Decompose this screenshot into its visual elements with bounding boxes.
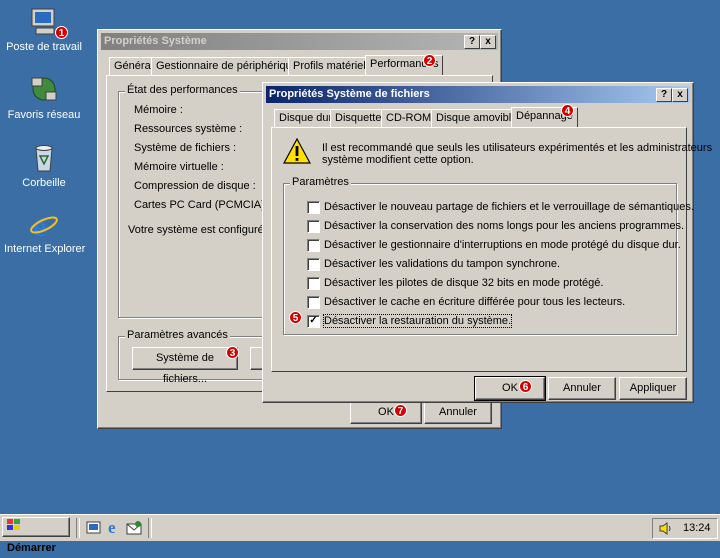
option-label-3[interactable]: Désactiver le gestionnaire d'interruptio… <box>324 239 681 251</box>
option-label-5[interactable]: Désactiver les pilotes de disque 32 bits… <box>324 277 603 289</box>
help-button[interactable]: ? <box>464 35 480 49</box>
network-places-icon <box>28 74 60 106</box>
step-badge: 5 <box>289 311 302 324</box>
step-badge: 3 <box>226 346 239 359</box>
tab-hardware-profiles[interactable]: Profils matériels <box>288 57 377 75</box>
option-label-4[interactable]: Désactiver les validations du tampon syn… <box>324 258 560 270</box>
internet-explorer-icon[interactable]: e <box>106 518 122 537</box>
volume-icon[interactable] <box>659 522 673 538</box>
ok-button[interactable]: OK <box>474 376 546 401</box>
system-tray: 13:24 <box>652 518 718 539</box>
taskbar-divider <box>148 518 152 538</box>
perf-label-pc-card: Cartes PC Card (PCMCIA) : <box>134 199 271 211</box>
show-desktop-icon[interactable] <box>86 520 102 536</box>
tab-removable-disk[interactable]: Disque amovible <box>431 109 523 127</box>
desktop-icon-my-computer[interactable]: Poste de travail <box>4 6 84 53</box>
cancel-button[interactable]: Annuler <box>548 377 616 400</box>
tab-cdrom[interactable]: CD-ROM <box>381 109 437 127</box>
system-properties-titlebar[interactable]: Propriétés Système ? x <box>101 33 498 50</box>
desktop-icon-label: Favoris réseau <box>7 109 81 121</box>
desktop-icon-network[interactable]: Favoris réseau <box>4 74 84 121</box>
file-system-button[interactable]: Système de fichiers... <box>132 347 238 385</box>
start-label: Démarrer <box>7 542 56 555</box>
internet-explorer-icon: e <box>28 208 60 243</box>
perf-label-filesystem: Système de fichiers : <box>134 142 237 154</box>
close-button[interactable]: x <box>480 35 496 49</box>
step-badge: 6 <box>519 380 532 393</box>
troubleshooting-panel: Il est recommandé que seuls les utilisat… <box>271 127 712 372</box>
option-checkbox-3[interactable] <box>307 239 320 252</box>
ok-button[interactable]: OK <box>350 401 422 424</box>
option-checkbox-5[interactable] <box>307 277 320 290</box>
help-button[interactable]: ? <box>656 88 672 102</box>
taskbar: Démarrer e 13:24 <box>0 514 720 554</box>
step-badge: 2 <box>423 54 436 67</box>
option-checkbox-2[interactable] <box>307 220 320 233</box>
window-title: Propriétés Système de fichiers <box>269 88 430 100</box>
perf-label-disk-compression: Compression de disque : <box>134 180 256 192</box>
windows-logo-icon <box>7 518 21 538</box>
step-badge: 4 <box>561 104 574 117</box>
desktop-icon-label: Poste de travail <box>6 41 82 53</box>
recycle-bin-icon <box>28 142 60 174</box>
option-checkbox-7[interactable]: ✓ <box>307 315 320 328</box>
group-label: Paramètres avancés <box>125 329 230 341</box>
tab-device-manager[interactable]: Gestionnaire de périphériques <box>151 57 309 75</box>
option-checkbox-6[interactable] <box>307 296 320 309</box>
window-title: Propriétés Système <box>104 35 207 47</box>
step-badge: 1 <box>55 26 68 39</box>
close-button[interactable]: x <box>672 88 688 102</box>
warning-text-line1: Il est recommandé que seuls les utilisat… <box>322 142 713 154</box>
option-label-1[interactable]: Désactiver le nouveau partage de fichier… <box>324 201 694 213</box>
option-label-7[interactable]: Désactiver la restauration du système. <box>322 314 513 328</box>
perf-label-virtual-memory: Mémoire virtuelle : <box>134 161 224 173</box>
clock[interactable]: 13:24 <box>683 522 711 534</box>
taskbar-divider <box>76 518 80 538</box>
cancel-button[interactable]: Annuler <box>424 401 492 424</box>
option-checkbox-1[interactable] <box>307 201 320 214</box>
file-system-properties-window: Propriétés Système de fichiers ? x Disqu… <box>262 82 712 403</box>
group-label: État des performances <box>125 84 240 96</box>
warning-text-line2: système modifient cette option. <box>322 154 474 166</box>
tab-floppy[interactable]: Disquette <box>330 109 387 127</box>
warning-icon <box>282 137 312 164</box>
start-button[interactable]: Démarrer <box>2 517 70 554</box>
option-checkbox-4[interactable] <box>307 258 320 271</box>
file-system-titlebar[interactable]: Propriétés Système de fichiers ? x <box>266 86 690 103</box>
desktop-icon-internet-explorer[interactable]: e Internet Explorer <box>4 208 86 255</box>
step-badge: 7 <box>394 404 407 417</box>
group-label: Paramètres <box>290 176 351 188</box>
perf-label-memory: Mémoire : <box>134 104 183 116</box>
outlook-express-icon[interactable] <box>126 520 142 536</box>
tab-hard-disk[interactable]: Disque dur <box>274 109 338 127</box>
desktop-icon-label: Corbeille <box>22 177 66 189</box>
perf-label-resources: Ressources système : <box>134 123 243 135</box>
svg-text:e: e <box>108 518 116 536</box>
desktop-icon-recycle-bin[interactable]: Corbeille <box>4 142 84 189</box>
option-label-2[interactable]: Désactiver la conservation des noms long… <box>324 220 684 232</box>
desktop-icon-label: Internet Explorer <box>4 243 86 255</box>
option-label-6[interactable]: Désactiver le cache en écriture différée… <box>324 296 625 308</box>
apply-button[interactable]: Appliquer <box>619 377 687 400</box>
